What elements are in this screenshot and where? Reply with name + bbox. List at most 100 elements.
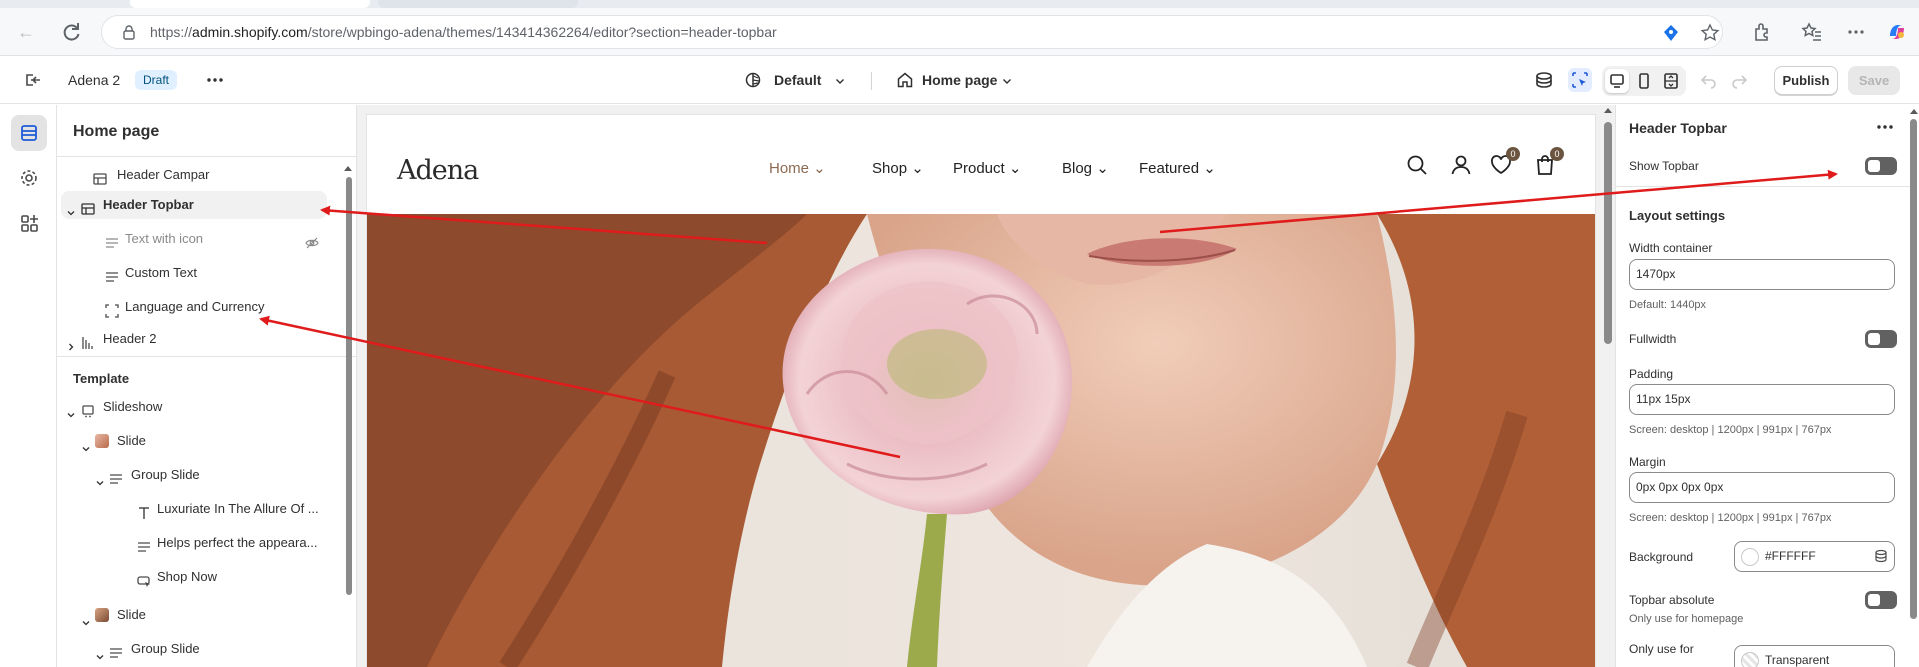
width-container-input[interactable]: 1470px — [1629, 259, 1895, 290]
tree-item-text-with-icon[interactable]: Text with icon — [61, 225, 327, 253]
chevron-down-icon — [1001, 74, 1013, 86]
show-topbar-toggle[interactable] — [1865, 157, 1897, 175]
preset-selector[interactable]: Default — [744, 57, 854, 103]
favorites-icon[interactable] — [1800, 20, 1824, 44]
settings-scrollbar[interactable] — [1910, 119, 1917, 619]
more-actions-icon[interactable] — [1873, 115, 1897, 139]
exit-editor-icon[interactable] — [20, 68, 44, 92]
mobile-view-icon[interactable] — [1632, 69, 1656, 93]
store-nav-featured[interactable]: Featured ⌄ — [1139, 159, 1216, 177]
topbar-absolute-label: Topbar absolute — [1629, 593, 1715, 607]
tree-item-button-block[interactable]: Shop Now — [61, 563, 327, 591]
color-swatch[interactable] — [1741, 548, 1759, 566]
store-nav-blog[interactable]: Blog ⌄ — [1062, 159, 1109, 177]
tree-item-language-currency[interactable]: Language and Currency — [61, 293, 327, 321]
more-menu-icon[interactable] — [1844, 20, 1868, 44]
preview-frame: Adena Home ⌄ Shop ⌄ Product ⌄ Blog ⌄ Fea… — [367, 115, 1595, 667]
scroll-up-arrow-icon[interactable] — [344, 166, 352, 171]
store-logo[interactable]: Adena — [397, 155, 479, 186]
background-color-picker[interactable]: #FFFFFF — [1734, 541, 1895, 572]
tree-item-text-block[interactable]: Helps perfect the appeara... — [61, 529, 327, 557]
text-block-icon — [109, 642, 123, 658]
store-preview: Adena Home ⌄ Shop ⌄ Product ⌄ Blog ⌄ Fea… — [357, 105, 1615, 667]
show-topbar-label: Show Topbar — [1629, 159, 1699, 173]
chevron-down-icon[interactable] — [95, 644, 105, 660]
tree-item-group-slide[interactable]: Group Slide — [61, 635, 327, 663]
hidden-eye-icon[interactable] — [305, 232, 319, 249]
topbar-absolute-toggle[interactable] — [1865, 591, 1897, 609]
database-icon[interactable] — [1874, 549, 1888, 563]
sections-store-icon[interactable] — [1532, 68, 1556, 92]
chevron-down-icon[interactable] — [81, 436, 91, 452]
browser-tab-active[interactable] — [130, 0, 370, 8]
tree-item-header-campar[interactable]: Header Campar — [61, 161, 321, 189]
preset-label: Default — [774, 72, 822, 88]
page-divider — [871, 72, 872, 90]
desktop-view-icon[interactable] — [1605, 69, 1629, 93]
redo-icon[interactable] — [1727, 68, 1751, 92]
sections-icon[interactable] — [11, 115, 47, 151]
tree-item-label: Custom Text — [125, 265, 198, 280]
sidebar-divider — [57, 356, 356, 357]
wishlist-icon[interactable]: 0 — [1489, 147, 1520, 177]
template-heading: Template — [73, 371, 130, 386]
save-button[interactable]: Save — [1848, 66, 1900, 95]
chevron-down-icon[interactable] — [95, 470, 105, 486]
tree-item-label: Header Campar — [117, 167, 210, 182]
extension-badge-icon[interactable] — [1662, 24, 1680, 42]
block-frame-icon — [105, 300, 119, 318]
tree-item-group-slide[interactable]: Group Slide — [61, 461, 327, 489]
reload-icon[interactable] — [59, 20, 83, 44]
fullscreen-view-icon[interactable] — [1659, 69, 1683, 93]
hero-slide-image[interactable] — [367, 214, 1595, 667]
site-info-icon[interactable] — [121, 24, 137, 40]
inspector-icon[interactable] — [1568, 68, 1592, 92]
fullwidth-toggle[interactable] — [1865, 330, 1897, 348]
store-nav-home[interactable]: Home ⌄ — [769, 159, 826, 177]
theme-settings-icon[interactable] — [11, 160, 47, 196]
publish-button[interactable]: Publish — [1774, 66, 1838, 95]
account-icon[interactable] — [1449, 153, 1473, 177]
width-container-help: Default: 1440px — [1629, 299, 1707, 311]
cart-icon[interactable]: 0 — [1533, 147, 1564, 177]
chevron-down-icon[interactable] — [81, 610, 91, 626]
chevron-down-icon[interactable] — [66, 200, 76, 216]
color-value: Transparent — [1765, 653, 1830, 667]
address-bar[interactable]: https://admin.shopify.com/store/wpbingo-… — [101, 15, 1723, 49]
sidebar-scrollbar[interactable] — [346, 177, 352, 595]
search-icon[interactable] — [1405, 153, 1429, 177]
only-use-color-picker[interactable]: Transparent — [1734, 645, 1895, 667]
slideshow-icon — [81, 400, 95, 418]
editor-top-bar: Adena 2 Draft Default Home page Publish … — [0, 57, 1919, 104]
tree-item-heading-block[interactable]: Luxuriate In The Allure Of ... — [61, 495, 327, 523]
store-nav-product[interactable]: Product ⌄ — [953, 159, 1021, 177]
scroll-up-arrow-icon[interactable] — [1604, 108, 1612, 113]
copilot-icon[interactable] — [1885, 20, 1909, 44]
bookmark-star-icon[interactable] — [1700, 23, 1720, 43]
chevron-right-icon[interactable] — [66, 334, 76, 351]
scroll-up-arrow-icon[interactable] — [1910, 109, 1918, 114]
tree-item-slide[interactable]: Slide — [61, 601, 327, 629]
tree-item-slide[interactable]: Slide — [61, 427, 327, 455]
color-value: #FFFFFF — [1765, 549, 1816, 563]
undo-icon[interactable] — [1697, 68, 1721, 92]
url-text[interactable]: https://admin.shopify.com/store/wpbingo-… — [150, 16, 777, 48]
transparent-swatch[interactable] — [1741, 652, 1759, 667]
tree-item-slideshow[interactable]: Slideshow — [61, 393, 327, 421]
margin-input[interactable]: 0px 0px 0px 0px — [1629, 472, 1895, 503]
settings-title: Header Topbar — [1629, 120, 1727, 136]
chevron-down-icon[interactable] — [66, 402, 76, 418]
tree-item-header-2[interactable]: Header 2 — [61, 325, 327, 353]
tree-item-label: Slide — [117, 607, 146, 622]
theme-actions-icon[interactable] — [203, 68, 227, 92]
apps-icon[interactable] — [11, 205, 47, 241]
padding-input[interactable]: 11px 15px — [1629, 384, 1895, 415]
page-selector[interactable]: Home page — [896, 57, 1016, 103]
store-nav-shop[interactable]: Shop ⌄ — [872, 159, 924, 177]
tree-item-custom-text[interactable]: Custom Text — [61, 259, 327, 287]
extensions-icon[interactable] — [1751, 20, 1775, 44]
back-icon[interactable]: ← — [14, 20, 38, 44]
tree-item-header-topbar[interactable]: Header Topbar — [61, 191, 327, 219]
preview-scrollbar[interactable] — [1604, 122, 1612, 344]
browser-tab[interactable] — [378, 0, 578, 8]
